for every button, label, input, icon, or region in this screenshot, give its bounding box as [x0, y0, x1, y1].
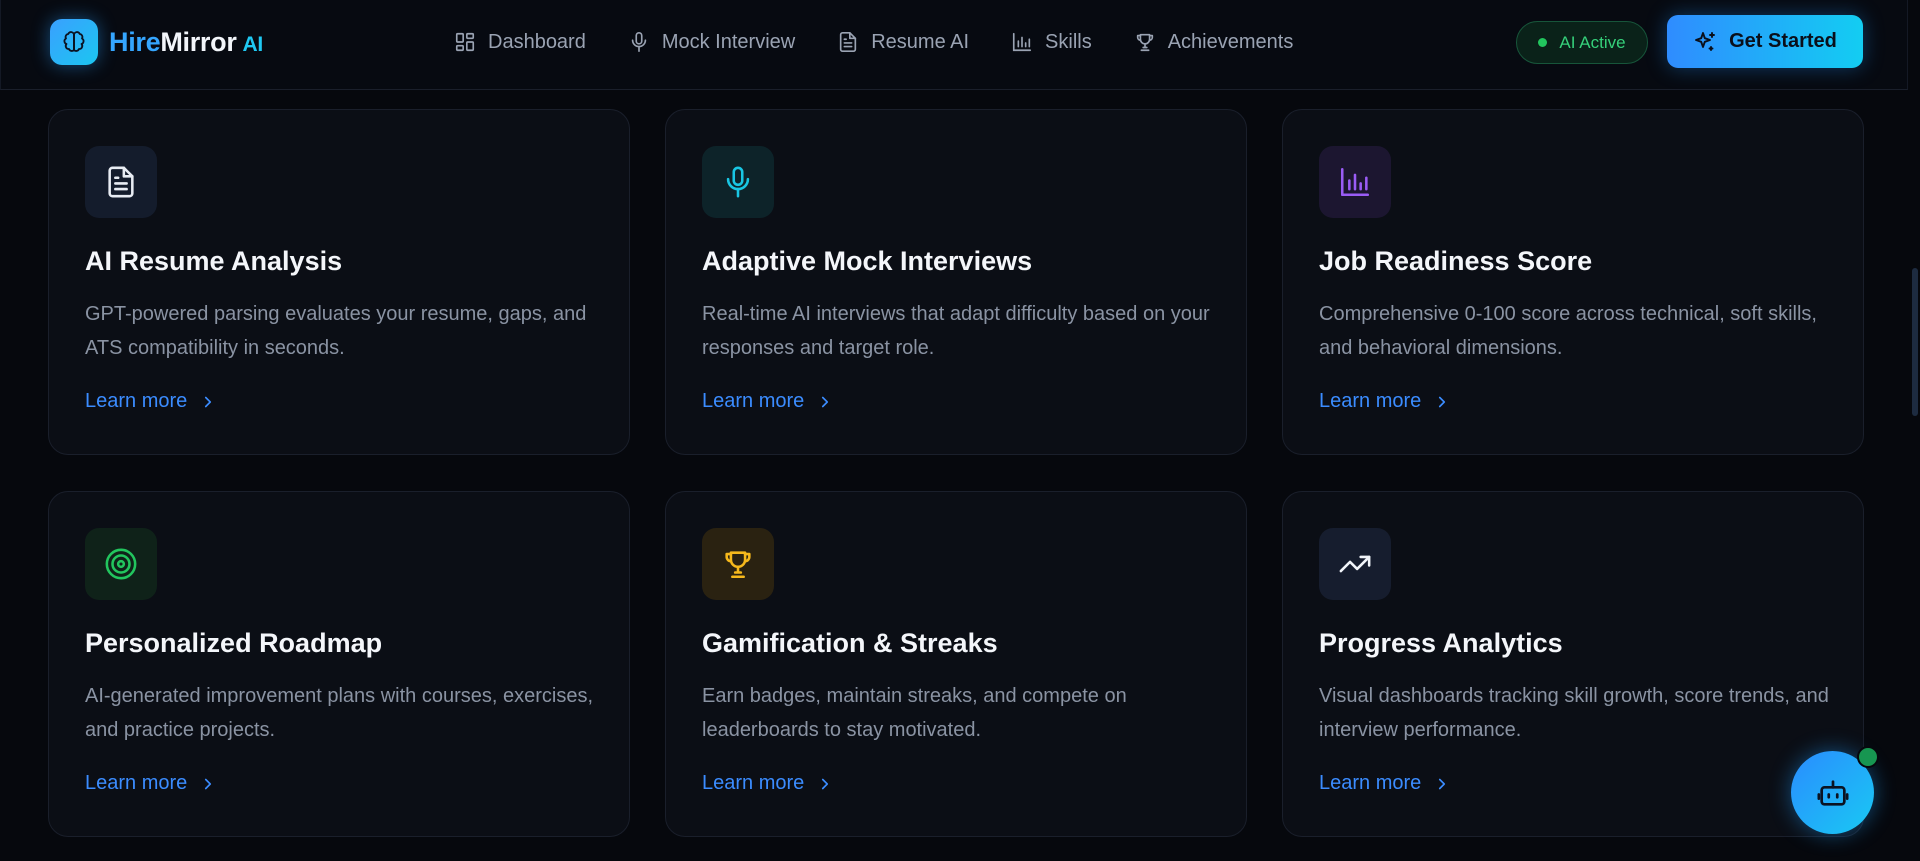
nav-skills[interactable]: Skills — [1011, 28, 1092, 56]
feature-card[interactable]: Personalized Roadmap AI-generated improve… — [48, 491, 630, 837]
document-icon — [108, 166, 134, 198]
learn-more-link[interactable]: Learn more — [702, 390, 834, 413]
nav-mock-interview[interactable]: Mock Interview — [628, 28, 795, 56]
nav-label: Achievements — [1167, 30, 1294, 53]
feature-icon-box — [702, 146, 774, 218]
chevron-right-icon — [205, 396, 212, 407]
brain-icon — [50, 19, 98, 65]
status-dot-icon — [1538, 38, 1548, 47]
ai-status-badge: AI Active — [1516, 21, 1648, 64]
feature-title: Gamification & Streaks — [702, 628, 998, 658]
feature-icon-box — [85, 528, 157, 600]
learn-more-label: Learn more — [85, 390, 188, 412]
chevron-right-icon — [1439, 778, 1446, 789]
learn-more-link[interactable]: Learn more — [702, 772, 834, 795]
feature-icon-box — [85, 146, 157, 218]
feature-title: Progress Analytics — [1319, 628, 1563, 658]
learn-more-link[interactable]: Learn more — [1319, 390, 1451, 413]
main-nav: Dashboard Mock Interview Resume AI Skill… — [454, 28, 1335, 56]
ai-status-label: AI Active — [1559, 32, 1626, 52]
learn-more-label: Learn more — [1319, 390, 1422, 412]
feature-card[interactable]: AI Resume Analysis GPT-powered parsing ev… — [48, 109, 630, 455]
feature-title: AI Resume Analysis — [85, 246, 343, 276]
logo[interactable]: HireMirror AI — [50, 19, 263, 65]
target-icon — [105, 548, 137, 580]
chevron-right-icon — [1439, 396, 1446, 407]
brand-name: HireMirror AI — [109, 27, 263, 58]
learn-more-link[interactable]: Learn more — [85, 390, 217, 413]
get-started-button[interactable]: Get Started — [1667, 15, 1863, 68]
nav-label: Resume AI — [871, 30, 970, 53]
feature-title: Adaptive Mock Interviews — [702, 246, 1033, 276]
brand-mirror: Mirror — [160, 26, 237, 57]
feature-icon-box — [1319, 146, 1391, 218]
microphone-icon — [631, 32, 647, 52]
brand-hire: Hire — [109, 26, 161, 57]
nav-label: Mock Interview — [661, 30, 796, 53]
feature-description: Real-time AI interviews that adapt diffi… — [702, 303, 1210, 359]
brand-ai-tag: AI — [242, 32, 264, 56]
nav-dashboard[interactable]: Dashboard — [454, 28, 586, 56]
feature-description: Earn badges, maintain streaks, and compe… — [702, 685, 1127, 741]
learn-more-label: Learn more — [1319, 772, 1422, 794]
grid-icon — [455, 32, 475, 52]
robot-icon — [1816, 779, 1849, 806]
microphone-icon — [726, 166, 750, 198]
feature-card[interactable]: Job Readiness Score Comprehensive 0-100 s… — [1282, 109, 1864, 455]
trophy-icon — [725, 551, 751, 579]
learn-more-link[interactable]: Learn more — [1319, 772, 1451, 795]
sparkles-icon — [1695, 31, 1716, 51]
nav-label: Skills — [1045, 30, 1092, 53]
chevron-right-icon — [205, 778, 212, 789]
learn-more-label: Learn more — [702, 772, 805, 794]
feature-card[interactable]: Gamification & Streaks Earn badges, maint… — [665, 491, 1247, 837]
learn-more-label: Learn more — [85, 772, 188, 794]
nav-achievements[interactable]: Achievements — [1134, 28, 1294, 56]
feature-title: Job Readiness Score — [1319, 246, 1593, 276]
feature-title: Personalized Roadmap — [85, 628, 383, 658]
trending-up-icon — [1339, 555, 1371, 573]
scrollbar-thumb[interactable] — [1912, 268, 1918, 416]
nav-resume-ai[interactable]: Resume AI — [837, 28, 969, 56]
learn-more-label: Learn more — [702, 390, 805, 412]
learn-more-link[interactable]: Learn more — [85, 772, 217, 795]
get-started-label: Get Started — [1729, 30, 1837, 52]
bar-chart-icon — [1340, 167, 1370, 197]
online-indicator — [1857, 746, 1879, 768]
bar-chart-icon — [1012, 32, 1032, 52]
chevron-right-icon — [822, 396, 829, 407]
feature-card[interactable]: Adaptive Mock Interviews Real-time AI int… — [665, 109, 1247, 455]
feature-description: Visual dashboards tracking skill growth,… — [1319, 685, 1829, 741]
chevron-right-icon — [822, 778, 829, 789]
feature-description: GPT-powered parsing evaluates your resum… — [85, 303, 587, 359]
nav-label: Dashboard — [488, 30, 586, 53]
trophy-icon — [1136, 33, 1153, 52]
feature-icon-box — [702, 528, 774, 600]
feature-icon-box — [1319, 528, 1391, 600]
document-icon — [840, 32, 857, 52]
feature-card[interactable]: Progress Analytics Visual dashboards trac… — [1282, 491, 1864, 837]
feature-description: Comprehensive 0-100 score across technic… — [1319, 303, 1817, 359]
top-navbar: HireMirror AI Dashboard Mock Interview Re… — [0, 0, 1908, 90]
feature-description: AI-generated improvement plans with cour… — [85, 685, 594, 741]
